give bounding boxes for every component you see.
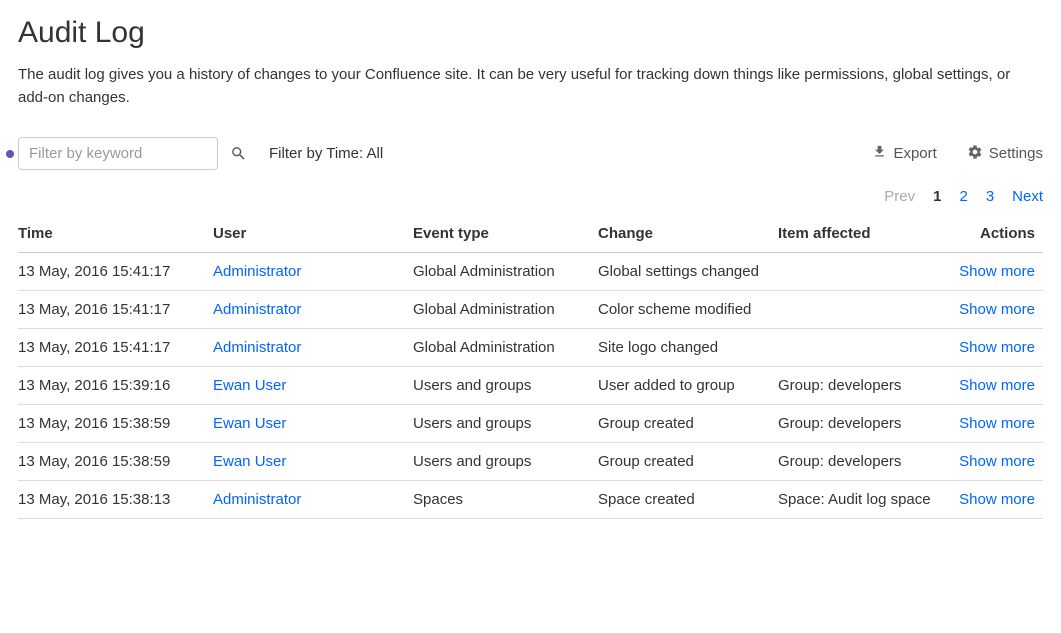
- cell-change: User added to group: [598, 367, 778, 405]
- cell-time: 13 May, 2016 15:41:17: [18, 329, 213, 367]
- cell-event-type: Users and groups: [413, 405, 598, 443]
- cell-change: Site logo changed: [598, 329, 778, 367]
- time-filter-dropdown[interactable]: Filter by Time: All: [269, 145, 383, 162]
- cell-event-type: Global Administration: [413, 291, 598, 329]
- show-more-link[interactable]: Show more: [959, 377, 1035, 394]
- th-item-affected: Item affected: [778, 215, 953, 253]
- cell-time: 13 May, 2016 15:41:17: [18, 253, 213, 291]
- cell-item-affected: Group: developers: [778, 405, 953, 443]
- table-row: 13 May, 2016 15:41:17Administrator Global…: [18, 291, 1043, 329]
- audit-log-table: Time User Event type Change Item affecte…: [18, 215, 1043, 519]
- cell-change: Global settings changed: [598, 253, 778, 291]
- cell-event-type: Global Administration: [413, 329, 598, 367]
- cell-change: Color scheme modified: [598, 291, 778, 329]
- th-event-type: Event type: [413, 215, 598, 253]
- pagination-page-3[interactable]: 3: [986, 188, 994, 205]
- export-label: Export: [893, 145, 936, 162]
- user-link[interactable]: Administrator: [213, 491, 301, 508]
- user-link[interactable]: Administrator: [213, 339, 301, 356]
- cell-change: Group created: [598, 443, 778, 481]
- cell-time: 13 May, 2016 15:41:17: [18, 291, 213, 329]
- show-more-link[interactable]: Show more: [959, 415, 1035, 432]
- th-user: User: [213, 215, 413, 253]
- cell-event-type: Spaces: [413, 481, 598, 519]
- page-title: Audit Log: [18, 16, 1043, 50]
- gear-icon: [967, 144, 983, 164]
- cell-item-affected: Space: Audit log space: [778, 481, 953, 519]
- show-more-link[interactable]: Show more: [959, 263, 1035, 280]
- user-link[interactable]: Administrator: [213, 301, 301, 318]
- cell-time: 13 May, 2016 15:39:16: [18, 367, 213, 405]
- table-row: 13 May, 2016 15:38:59Ewan User Users and …: [18, 405, 1043, 443]
- cell-time: 13 May, 2016 15:38:13: [18, 481, 213, 519]
- cell-item-affected: Group: developers: [778, 367, 953, 405]
- table-row: 13 May, 2016 15:41:17Administrator Global…: [18, 329, 1043, 367]
- table-row: 13 May, 2016 15:38:13Administrator Spaces…: [18, 481, 1043, 519]
- settings-label: Settings: [989, 145, 1043, 162]
- cell-event-type: Global Administration: [413, 253, 598, 291]
- show-more-link[interactable]: Show more: [959, 301, 1035, 318]
- user-link[interactable]: Ewan User: [213, 415, 286, 432]
- cell-change: Group created: [598, 405, 778, 443]
- cell-item-affected: [778, 329, 953, 367]
- cell-time: 13 May, 2016 15:38:59: [18, 405, 213, 443]
- export-button[interactable]: Export: [872, 144, 936, 163]
- pagination-prev: Prev: [884, 188, 915, 205]
- table-row: 13 May, 2016 15:39:16Ewan User Users and …: [18, 367, 1043, 405]
- cell-time: 13 May, 2016 15:38:59: [18, 443, 213, 481]
- cell-event-type: Users and groups: [413, 443, 598, 481]
- table-row: 13 May, 2016 15:38:59Ewan User Users and …: [18, 443, 1043, 481]
- cell-item-affected: [778, 291, 953, 329]
- indicator-dot: [6, 150, 14, 158]
- show-more-link[interactable]: Show more: [959, 339, 1035, 356]
- pagination-page-2[interactable]: 2: [959, 188, 967, 205]
- pagination: Prev 1 2 3 Next: [18, 188, 1043, 205]
- filter-keyword-input[interactable]: [18, 137, 218, 170]
- th-time: Time: [18, 215, 213, 253]
- user-link[interactable]: Administrator: [213, 263, 301, 280]
- pagination-next[interactable]: Next: [1012, 188, 1043, 205]
- settings-button[interactable]: Settings: [967, 144, 1043, 164]
- user-link[interactable]: Ewan User: [213, 377, 286, 394]
- show-more-link[interactable]: Show more: [959, 491, 1035, 508]
- export-icon: [872, 144, 887, 163]
- toolbar: Filter by Time: All Export Settings: [18, 137, 1043, 170]
- pagination-page-1: 1: [933, 188, 941, 205]
- show-more-link[interactable]: Show more: [959, 453, 1035, 470]
- page-description: The audit log gives you a history of cha…: [18, 64, 1043, 109]
- user-link[interactable]: Ewan User: [213, 453, 286, 470]
- cell-event-type: Users and groups: [413, 367, 598, 405]
- th-actions: Actions: [953, 215, 1043, 253]
- table-row: 13 May, 2016 15:41:17Administrator Global…: [18, 253, 1043, 291]
- search-icon[interactable]: [230, 145, 247, 162]
- cell-item-affected: Group: developers: [778, 443, 953, 481]
- th-change: Change: [598, 215, 778, 253]
- cell-change: Space created: [598, 481, 778, 519]
- cell-item-affected: [778, 253, 953, 291]
